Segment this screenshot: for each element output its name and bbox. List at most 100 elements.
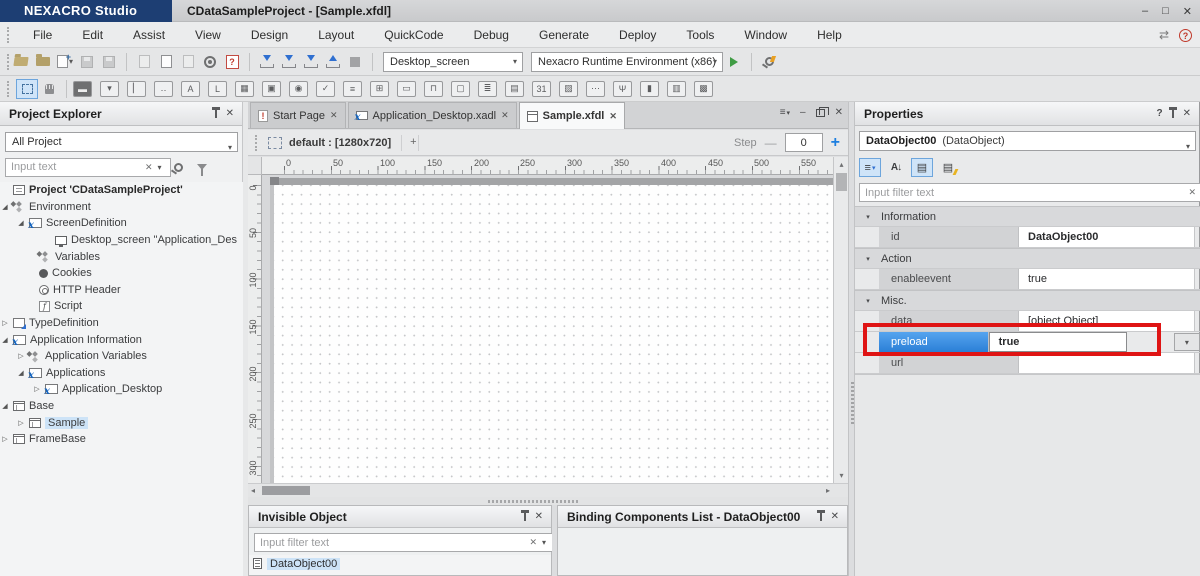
tree-item-script[interactable]: fScript [0, 298, 243, 315]
tab-start-page[interactable]: ! Start Page ✕ [250, 102, 346, 128]
layout-swap-icon[interactable]: ⇄ [1159, 28, 1169, 42]
properties-splitter[interactable] [848, 102, 855, 576]
doc-close-icon[interactable]: ✕ [835, 107, 843, 118]
object-selector-combo[interactable]: DataObject00(DataObject) ▾ [859, 131, 1196, 151]
tab-sample-xfdl[interactable]: Sample.xfdl ✕ [519, 102, 625, 129]
tree-item-cookies[interactable]: Cookies [0, 265, 243, 282]
property-row-preload[interactable]: preload true ▾ [855, 332, 1200, 353]
popupdiv-component-icon[interactable]: ≣ [478, 81, 497, 97]
panel-help-icon[interactable]: ? [1157, 108, 1163, 119]
close-tab-icon[interactable]: ✕ [501, 110, 509, 121]
scroll-left-icon[interactable]: ◂ [251, 486, 255, 495]
property-row-url[interactable]: url [855, 353, 1200, 374]
maximize-button[interactable]: □ [1162, 5, 1169, 17]
form-design-canvas[interactable] [274, 185, 833, 483]
error-check-button[interactable]: ? [221, 51, 243, 73]
open-file-button[interactable] [32, 51, 54, 73]
copy-button[interactable] [155, 51, 177, 73]
step-value-input[interactable] [785, 133, 823, 152]
cut-button[interactable] [133, 51, 155, 73]
button-component-icon[interactable]: ▬ [73, 81, 92, 97]
clear-filter-icon[interactable]: ✕ [145, 162, 153, 173]
close-panel-icon[interactable]: ✕ [535, 511, 543, 522]
help-icon[interactable]: ? [1179, 29, 1192, 42]
pin-icon[interactable] [1172, 110, 1174, 118]
alphabetical-sort-button[interactable]: A↓ [885, 158, 907, 177]
filter-dropdown-icon[interactable]: ▾ [158, 163, 162, 172]
scroll-up-icon[interactable]: ▴ [834, 160, 849, 169]
grid-component-icon[interactable]: ▦ [235, 81, 254, 97]
plugin-component-icon[interactable]: Ψ [613, 81, 632, 97]
tree-item-sample[interactable]: ▷Sample [0, 414, 243, 431]
import-module-button[interactable] [300, 51, 322, 73]
maskedit-component-icon[interactable]: ‥ [154, 81, 173, 97]
save-all-button[interactable] [98, 51, 120, 73]
stop-button[interactable] [344, 51, 366, 73]
menu-file[interactable]: File [18, 22, 67, 48]
close-panel-icon[interactable]: ✕ [831, 511, 839, 522]
toolbar2-drag-handle[interactable] [7, 81, 10, 97]
close-panel-icon[interactable]: ✕ [1183, 108, 1191, 119]
horizontal-scroll-thumb[interactable] [262, 486, 310, 495]
progress-component-icon[interactable]: ⋯ [586, 81, 605, 97]
pin-icon[interactable] [820, 513, 822, 521]
edit-component-icon[interactable]: ▏ [127, 81, 146, 97]
runtime-environment-combo[interactable]: Nexacro Runtime Environment (x86)▾ [531, 52, 723, 72]
open-project-button[interactable] [10, 51, 32, 73]
new-item-button[interactable]: +▾ [54, 51, 76, 73]
menu-quickcode[interactable]: QuickCode [369, 22, 458, 48]
form-top-edge[interactable] [270, 178, 833, 185]
bottom-panel-splitter[interactable] [248, 497, 848, 505]
code-search-button[interactable] [758, 51, 780, 73]
step-increment-button[interactable]: + [831, 134, 840, 152]
tree-item-project[interactable]: Project 'CDataSampleProject' [0, 182, 243, 199]
events-view-button[interactable]: ▤ [937, 158, 959, 177]
properties-filter-input[interactable] [859, 183, 1200, 202]
menu-layout[interactable]: Layout [303, 22, 369, 48]
menu-design[interactable]: Design [236, 22, 303, 48]
close-button[interactable]: ✕ [1183, 5, 1192, 18]
tab-application-desktop[interactable]: x Application_Desktop.xadl ✕ [348, 102, 517, 128]
close-panel-icon[interactable]: ✕ [226, 108, 234, 119]
dataset-component-icon[interactable]: ▮ [640, 81, 659, 97]
project-scope-combo[interactable]: All Project▾ [5, 132, 238, 152]
screen-type-combo[interactable]: Desktop_screen▾ [383, 52, 523, 72]
menu-deploy[interactable]: Deploy [604, 22, 671, 48]
section-misc[interactable]: ▾Misc. [855, 290, 1200, 311]
clear-filter-icon[interactable]: ✕ [529, 537, 537, 548]
import-screen-button[interactable] [256, 51, 278, 73]
menu-drag-handle[interactable] [7, 27, 10, 43]
menu-generate[interactable]: Generate [524, 22, 604, 48]
image-component-icon[interactable]: ▨ [559, 81, 578, 97]
property-row-enableevent[interactable]: enableeventtrue [855, 269, 1200, 290]
checkbox-component-icon[interactable]: ✓ [316, 81, 335, 97]
listbox-component-icon[interactable]: ≡ [343, 81, 362, 97]
tree-item-http-header[interactable]: HTTP Header [0, 282, 243, 299]
menu-window[interactable]: Window [729, 22, 802, 48]
quick-view-button[interactable] [723, 51, 745, 73]
list-item-dataset00[interactable]: Dataset00 [249, 572, 551, 575]
pin-icon[interactable] [524, 513, 526, 521]
invisible-object-filter-input[interactable] [254, 533, 555, 552]
panel-component-icon[interactable]: ▥ [667, 81, 686, 97]
gridview-component-icon[interactable]: ▣ [262, 81, 281, 97]
pin-icon[interactable] [215, 110, 217, 118]
textarea-component-icon[interactable]: L [208, 81, 227, 97]
tree-item-desktop-screen[interactable]: Desktop_screen "Application_Des [0, 232, 243, 249]
section-action[interactable]: ▾Action [855, 248, 1200, 269]
menu-edit[interactable]: Edit [67, 22, 118, 48]
filter-dropdown-icon[interactable]: ▾ [542, 538, 546, 547]
static-component-icon[interactable]: A [181, 81, 200, 97]
categorized-view-button[interactable]: ≡▾ [859, 158, 881, 177]
select-tool-button[interactable] [16, 79, 38, 99]
collapse-section-icon[interactable]: ▾ [855, 255, 881, 263]
list-item-dataobject00[interactable]: DataObject00 [249, 555, 551, 572]
canvas-horizontal-scrollbar[interactable]: ◂ ▸ [248, 483, 848, 497]
search-icon[interactable] [174, 163, 183, 172]
menu-debug[interactable]: Debug [459, 22, 524, 48]
close-tab-icon[interactable]: ✕ [609, 111, 617, 122]
tree-item-application-information[interactable]: ◢xApplication Information [0, 331, 243, 348]
tab-list-menu-icon[interactable]: ≡▾ [780, 107, 790, 118]
settings-button[interactable] [199, 51, 221, 73]
paste-button[interactable] [177, 51, 199, 73]
